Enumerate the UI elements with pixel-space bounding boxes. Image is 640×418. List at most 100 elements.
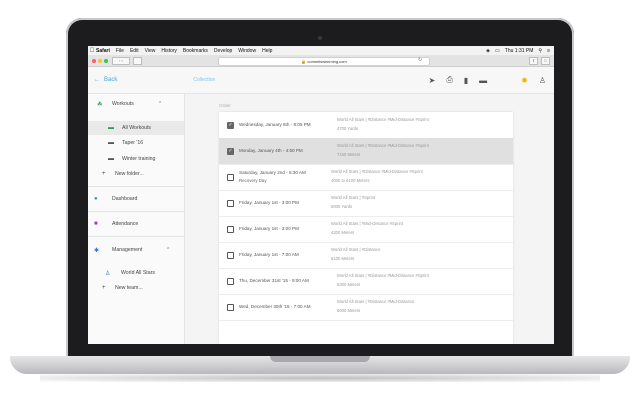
menu-edit[interactable]: Edit — [130, 48, 139, 54]
lock-icon: 🔒 — [301, 59, 307, 64]
table-row[interactable]: ✓ Monday, January 4th - 4:50 PM World All … — [219, 138, 513, 165]
sidebar-item-label: Management — [112, 247, 143, 253]
workout-distance: 4200 Meters — [331, 230, 355, 235]
chevron-up-icon[interactable]: ⌃ — [158, 101, 162, 107]
workout-tags: World All Stars | #Distance #Mid-Distanc… — [337, 273, 429, 278]
search-icon[interactable]: ⚲ — [538, 48, 542, 54]
sidebar-item-label: Winter training — [122, 156, 156, 162]
share-icon[interactable]: ⇧ — [529, 57, 538, 65]
battery-icon[interactable]: ▭ — [495, 48, 500, 54]
dashboard-icon: ● — [94, 196, 98, 202]
send-icon[interactable]: ➤ — [429, 76, 436, 85]
sort-label[interactable]: Order — [219, 103, 231, 108]
sidebar-item-all-workouts[interactable]: ▬ All Workouts — [88, 121, 184, 135]
table-row[interactable]: Friday, January 1st - 3:00 PM World All S… — [219, 190, 513, 217]
back-label: Back — [104, 77, 118, 83]
sidebar-item-dashboard[interactable]: ● Dashboard — [88, 192, 184, 206]
clock[interactable]: Thu 1:31 PM — [505, 48, 534, 54]
workout-note: Recovery Day — [239, 178, 267, 183]
workout-date: Friday, January 1st - 3:00 PM — [239, 200, 299, 205]
person-icon[interactable]: ♙ — [539, 76, 546, 85]
workout-date: Friday, January 1st - 7:00 AM — [239, 252, 299, 257]
wifi-icon[interactable]: ◈ — [486, 48, 490, 54]
sidebar: ☘ Workouts ⌃ ▬ All Workouts ▬ Taper '16 … — [88, 94, 185, 344]
menu-help[interactable]: Help — [262, 48, 272, 54]
menu-develop[interactable]: Develop — [214, 48, 232, 54]
workout-date: Friday, January 1st - 3:00 PM — [239, 226, 299, 231]
laptop-shadow — [40, 374, 600, 382]
workout-distance: 4700 Yards — [337, 126, 359, 131]
sidebar-item-label: World All Stars — [121, 270, 155, 276]
menu-window[interactable]: Window — [238, 48, 256, 54]
back-forward-buttons[interactable]: ‹ › — [112, 56, 130, 65]
folder-icon[interactable]: ▬ — [479, 76, 487, 85]
workout-distance: 6000 Meters — [337, 308, 361, 313]
row-checkbox[interactable]: ✓ — [227, 148, 234, 155]
folder-icon: ▬ — [108, 156, 114, 162]
list-icon[interactable]: ≡ — [547, 48, 550, 54]
row-checkbox[interactable] — [227, 252, 234, 259]
workout-tags: World All Stars | #Distance #Mid-Distanc… — [337, 143, 429, 148]
menu-file[interactable]: File — [116, 48, 124, 54]
mac-menubar:  Safari File Edit View History Bookmark… — [88, 46, 554, 55]
sidebar-item-attendance[interactable]: ■ Attendance — [88, 217, 184, 231]
workout-distance: 6100 Meters — [331, 256, 355, 261]
back-button[interactable]: ← Back — [94, 77, 117, 83]
workout-date: Wednesday, January 6th - 8:05 PM — [239, 122, 311, 127]
menu-view[interactable]: View — [145, 48, 156, 54]
sidebar-item-winter-training[interactable]: ▬ Winter training — [88, 152, 184, 166]
menubar-status: ◈ ▭ Thu 1:31 PM ⚲ ≡ — [486, 48, 554, 54]
print-icon[interactable]: ⎙ — [446, 75, 452, 85]
sidebar-item-label: Dashboard — [112, 196, 138, 202]
row-checkbox[interactable] — [227, 174, 234, 181]
sidebar-item-team[interactable]: ♙ World All Stars — [88, 266, 184, 280]
workout-date: Monday, January 4th - 4:50 PM — [239, 148, 303, 153]
chevron-up-icon[interactable]: ⌃ — [166, 247, 170, 253]
row-checkbox[interactable] — [227, 200, 234, 207]
table-row[interactable]: Friday, January 1st - 3:00 PM World All S… — [219, 216, 513, 243]
divider — [88, 211, 184, 212]
header-toolbar: ➤ ⎙ ▮ ▬ ✹ ♙ — [429, 75, 546, 85]
browser-toolbar: ‹ › 🔒 commitswimming.com ↻ ⇧ □ — [88, 55, 554, 67]
table-row[interactable]: ✓ Wednesday, January 6th - 8:05 PM World A… — [219, 112, 513, 139]
sidebar-item-management[interactable]: ✱ Management ⌃ — [88, 243, 184, 257]
apple-icon[interactable]:  — [88, 48, 96, 54]
sidebar-item-taper[interactable]: ▬ Taper '16 — [88, 136, 184, 150]
divider — [88, 236, 184, 237]
browser-right-buttons: ⇧ □ — [529, 57, 550, 65]
new-team-button[interactable]: + New team... — [88, 281, 184, 295]
camera — [318, 36, 322, 40]
row-checkbox[interactable] — [227, 278, 234, 285]
row-checkbox[interactable] — [227, 226, 234, 233]
row-checkbox[interactable] — [227, 304, 234, 311]
sidebar-toggle-icon[interactable] — [133, 56, 142, 65]
workout-date: Wed, December 30th '15 - 7:00 AM — [239, 304, 311, 309]
minimize-window-button[interactable] — [98, 58, 102, 63]
trash-icon[interactable]: ▮ — [464, 76, 468, 85]
table-row[interactable]: Friday, January 1st - 7:00 AM World All S… — [219, 242, 513, 269]
menu-safari[interactable]: Safari — [96, 48, 110, 54]
table-row[interactable]: Wed, December 30th '15 - 7:00 AM World Al… — [219, 294, 513, 321]
workout-distance: 7150 Meters — [337, 152, 361, 157]
table-row[interactable]: Thu, December 31st '15 - 9:00 AM World Al… — [219, 268, 513, 295]
url-text: commitswimming.com — [307, 59, 347, 64]
laptop-frame:  Safari File Edit View History Bookmark… — [0, 0, 640, 418]
menu-history[interactable]: History — [161, 48, 177, 54]
collection-label: Collection — [193, 77, 216, 83]
divider — [88, 186, 184, 187]
sidebar-item-label: Workouts — [112, 101, 134, 107]
sun-icon[interactable]: ✹ — [521, 76, 528, 85]
reload-icon[interactable]: ↻ — [418, 57, 422, 63]
table-row[interactable]: Saturday, January 2nd - 5:30 AM Recovery … — [219, 164, 513, 191]
window-controls — [92, 58, 108, 63]
sidebar-item-workouts[interactable]: ☘ Workouts ⌃ — [88, 97, 184, 111]
menu-bookmarks[interactable]: Bookmarks — [183, 48, 208, 54]
new-folder-button[interactable]: + New folder... — [88, 167, 184, 181]
row-checkbox[interactable]: ✓ — [227, 122, 234, 129]
sidebar-item-label: Taper '16 — [122, 140, 144, 146]
url-bar[interactable]: 🔒 commitswimming.com — [218, 57, 430, 66]
tabs-icon[interactable]: □ — [541, 57, 550, 65]
close-window-button[interactable] — [92, 58, 96, 63]
attendance-icon: ■ — [94, 221, 98, 227]
zoom-window-button[interactable] — [104, 58, 108, 63]
